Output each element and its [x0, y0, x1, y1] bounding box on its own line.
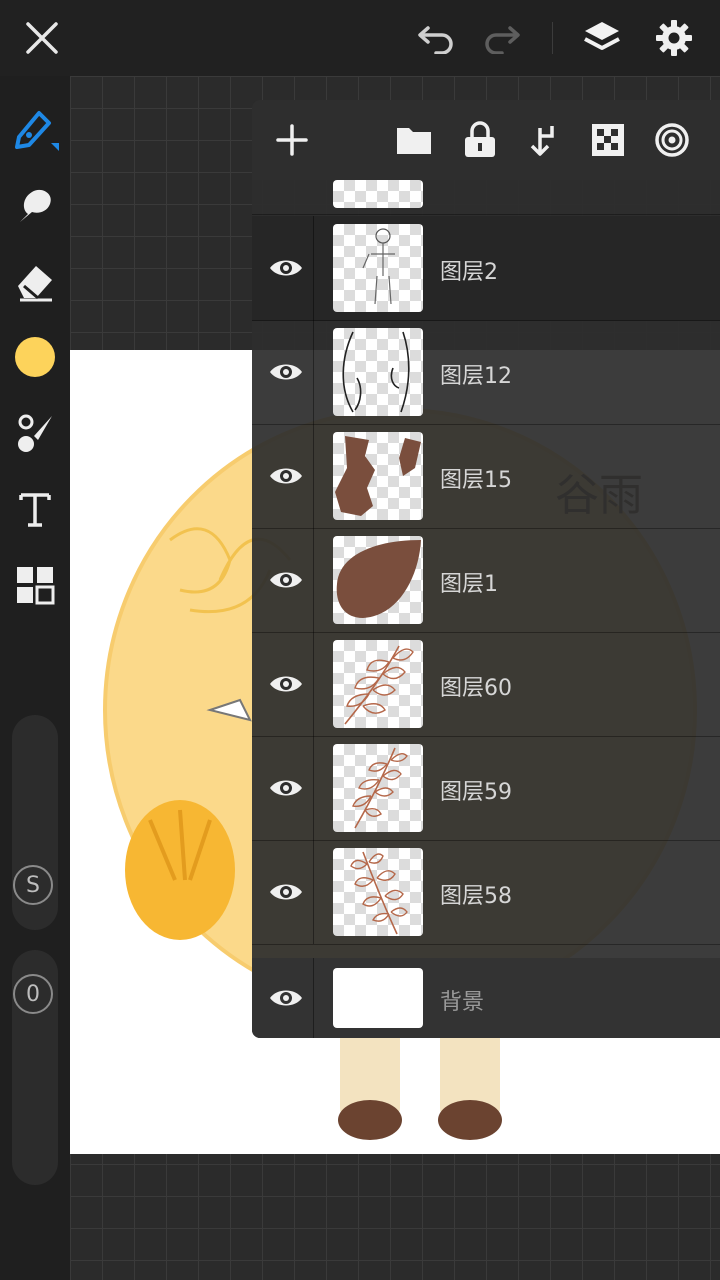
opacity-toggle-button[interactable]: 0 [13, 974, 53, 1014]
layer-row[interactable]: 图层58 [252, 840, 720, 945]
layer-row[interactable]: 图层59 [252, 736, 720, 841]
divider [313, 840, 314, 944]
divider [313, 216, 314, 320]
background-layer-name: 背景 [440, 990, 485, 1015]
layer-row[interactable]: 图层60 [252, 632, 720, 737]
divider [313, 320, 314, 424]
close-icon[interactable] [18, 14, 66, 62]
divider [313, 528, 314, 632]
divider [313, 736, 314, 840]
color-picker-swatch[interactable] [10, 332, 60, 382]
layers-icon[interactable] [578, 14, 626, 62]
layer-thumbnail [333, 328, 423, 416]
layer-name: 图层12 [440, 364, 512, 389]
divider [313, 632, 314, 736]
layer-row[interactable]: 图层1 [252, 528, 720, 633]
layer-name: 图层59 [440, 780, 512, 805]
layer-thumbnail [333, 224, 423, 312]
layer-row-partial[interactable] [252, 110, 720, 215]
eye-icon[interactable] [264, 558, 308, 602]
layer-name: 图层58 [440, 884, 512, 909]
smudge-icon[interactable] [10, 180, 60, 230]
pen-icon[interactable] [10, 102, 60, 152]
top-toolbar [0, 0, 720, 76]
tool-sidebar: S 0 [0, 76, 70, 1280]
brush-icon[interactable] [10, 408, 60, 458]
layer-thumbnail [333, 848, 423, 936]
eye-icon[interactable] [264, 454, 308, 498]
divider [313, 958, 314, 1038]
layer-thumbnail [333, 432, 423, 520]
layer-name: 图层1 [440, 572, 498, 597]
redo-icon[interactable] [478, 14, 526, 62]
layer-thumbnail [333, 536, 423, 624]
eye-icon[interactable] [264, 246, 308, 290]
size-toggle-button[interactable]: S [13, 865, 53, 905]
eye-icon[interactable] [264, 350, 308, 394]
layer-row[interactable]: 图层12 [252, 320, 720, 425]
layer-row[interactable]: 图层2 [252, 216, 720, 321]
grid-icon[interactable] [10, 560, 60, 610]
brush-size-slider[interactable]: S [12, 715, 58, 930]
background-thumbnail [333, 968, 423, 1028]
eye-icon[interactable] [264, 976, 308, 1020]
layer-name: 图层2 [440, 260, 498, 285]
layer-name: 图层60 [440, 676, 512, 701]
layer-thumbnail [333, 744, 423, 832]
toolbar-divider [552, 22, 553, 54]
eye-icon[interactable] [264, 662, 308, 706]
eraser-icon[interactable] [10, 256, 60, 306]
background-layer-row[interactable]: 背景 [252, 958, 720, 1038]
layers-panel: 图层2 图层12 图层15 图层1 图层60 图层59 图层58 背景 [252, 100, 720, 1038]
undo-icon[interactable] [412, 14, 460, 62]
gear-icon[interactable] [650, 14, 698, 62]
layer-name: 图层15 [440, 468, 512, 493]
opacity-slider[interactable]: 0 [12, 950, 58, 1185]
layer-thumbnail [333, 640, 423, 728]
layer-row[interactable]: 图层15 [252, 424, 720, 529]
text-icon[interactable] [10, 484, 60, 534]
eye-icon[interactable] [264, 870, 308, 914]
divider [313, 424, 314, 528]
layer-thumbnail [333, 180, 423, 208]
eye-icon[interactable] [264, 766, 308, 810]
